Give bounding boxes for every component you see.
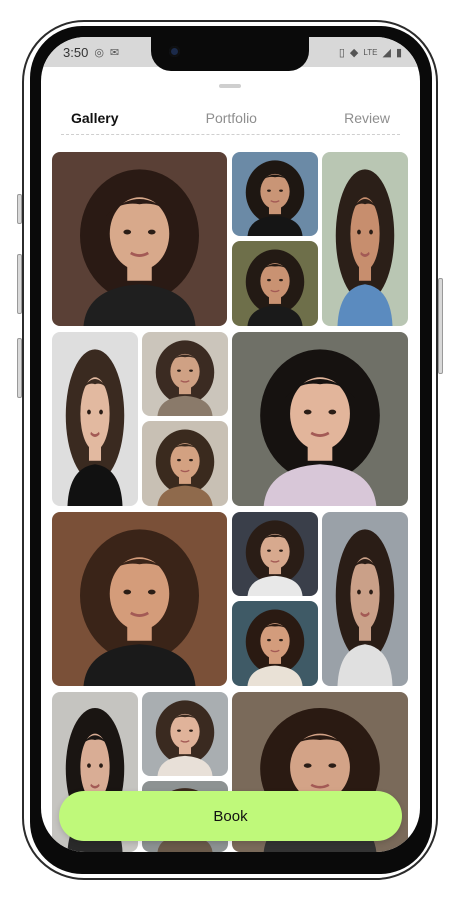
gallery-photo[interactable]: [52, 512, 227, 686]
gallery-photo[interactable]: [142, 692, 228, 776]
gallery-photo[interactable]: [52, 332, 138, 506]
gallery-photo[interactable]: [142, 332, 228, 416]
gallery-photo[interactable]: [322, 512, 408, 686]
portrait-image: [322, 152, 408, 326]
portrait-image: [232, 601, 318, 686]
gallery-photo[interactable]: [232, 512, 318, 596]
book-button[interactable]: Book: [59, 791, 402, 841]
silent-switch: [17, 194, 22, 224]
portrait-image: [142, 692, 228, 776]
portrait-image: [142, 332, 228, 416]
portrait-image: [52, 512, 227, 686]
volume-down-button: [17, 338, 22, 398]
portrait-image: [322, 512, 408, 686]
gallery-photo[interactable]: [232, 332, 408, 506]
portrait-image: [142, 421, 228, 506]
gallery-photo[interactable]: [232, 152, 318, 236]
screen: 3:50 ◎ ✉ ▯ ◆ LTE ◢ ▮ Gallery Portfolio R…: [41, 37, 420, 852]
gallery-photo[interactable]: [232, 601, 318, 686]
volume-up-button: [17, 254, 22, 314]
portrait-image: [52, 332, 138, 506]
portrait-image: [52, 152, 227, 326]
portrait-image: [232, 152, 318, 236]
gallery-photo[interactable]: [52, 152, 227, 326]
power-button: [438, 278, 443, 374]
portrait-image: [232, 332, 408, 506]
portrait-image: [232, 241, 318, 326]
photo-gallery: [41, 37, 420, 852]
portrait-image: [232, 512, 318, 596]
gallery-photo[interactable]: [232, 241, 318, 326]
gallery-photo[interactable]: [322, 152, 408, 326]
gallery-photo[interactable]: [142, 421, 228, 506]
